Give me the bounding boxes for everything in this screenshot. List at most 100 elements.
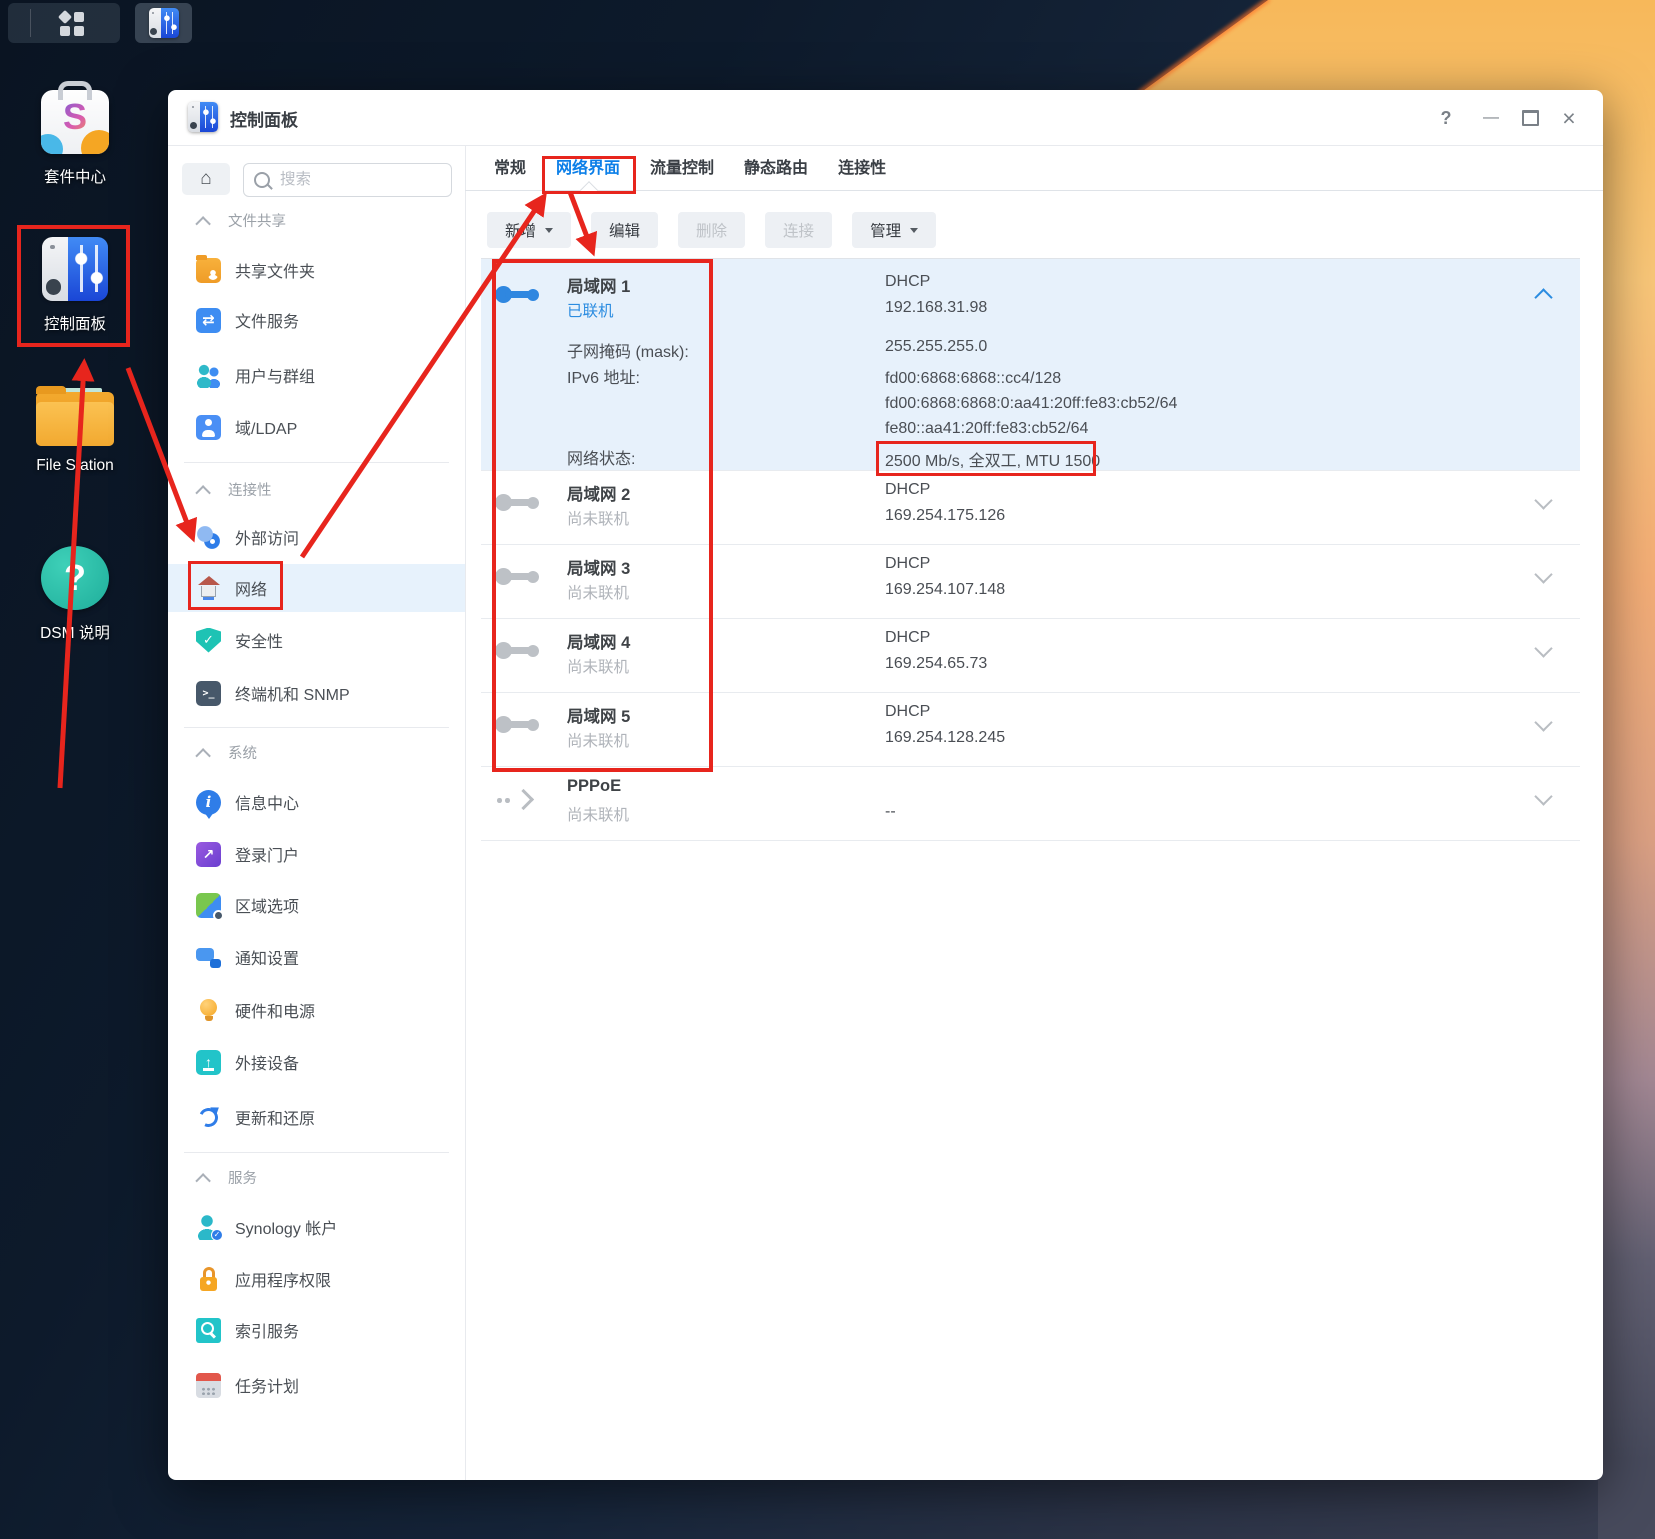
sidebar-item-notification[interactable]: 通知设置 <box>168 937 465 977</box>
interface-name: 局域网 1 <box>567 273 630 297</box>
sidebar-item-shared-folder[interactable]: 共享文件夹 <box>168 250 465 290</box>
sidebar-item-login-portal[interactable]: 登录门户 <box>168 834 465 874</box>
tab-divider <box>465 190 1603 191</box>
sidebar-item-label: Synology 帐户 <box>235 1215 337 1239</box>
collapse-chevron-icon[interactable] <box>1534 288 1552 306</box>
interface-row-lan2[interactable]: 局域网 2 尚未联机 DHCP 169.254.175.126 <box>481 470 1580 544</box>
interface-ipv6: fe80::aa41:20ff:fe83:cb52/64 <box>885 420 1088 438</box>
tab-network-interface[interactable]: 网络界面 <box>556 154 620 178</box>
interface-mode: DHCP <box>885 481 930 499</box>
info-pin-icon <box>196 790 221 815</box>
main-menu-button[interactable] <box>8 3 120 43</box>
sidebar-section-services[interactable]: 服务 <box>168 1165 465 1189</box>
sidebar-item-terminal-snmp[interactable]: 终端机和 SNMP <box>168 673 465 713</box>
interface-ipv6: fd00:6868:6868:0:aa41:20ff:fe83:cb52/64 <box>885 395 1177 413</box>
sidebar-section-file-sharing[interactable]: 文件共享 <box>168 208 465 232</box>
edit-button[interactable]: 编辑 <box>591 212 658 248</box>
connect-button[interactable]: 连接 <box>765 212 832 248</box>
control-panel-icon <box>149 8 179 38</box>
network-home-icon <box>196 576 221 601</box>
section-label: 服务 <box>228 1167 257 1188</box>
calendar-icon <box>196 1373 221 1398</box>
desktop-icon-control-panel[interactable]: 控制面板 <box>15 237 135 334</box>
sidebar-item-label: 外部访问 <box>235 525 299 549</box>
interface-net-status: 2500 Mb/s, 全双工, MTU 1500 <box>885 447 1100 471</box>
desktop-icon-dsm-help[interactable]: ? DSM 说明 <box>15 546 135 643</box>
sidebar-item-external-devices[interactable]: 外接设备 <box>168 1042 465 1082</box>
interface-row-lan3[interactable]: 局域网 3 尚未联机 DHCP 169.254.107.148 <box>481 544 1580 618</box>
interface-ip: 192.168.31.98 <box>885 299 987 317</box>
manage-button[interactable]: 管理 <box>852 212 936 248</box>
interface-row-lan4[interactable]: 局域网 4 尚未联机 DHCP 169.254.65.73 <box>481 618 1580 692</box>
sidebar-item-external-access[interactable]: 外部访问 <box>168 517 465 557</box>
sidebar-item-security[interactable]: 安全性 <box>168 620 465 660</box>
interface-status[interactable]: 已联机 <box>567 299 614 321</box>
add-button[interactable]: 新增 <box>487 212 571 248</box>
help-button[interactable]: ? <box>1431 104 1461 132</box>
sidebar-item-label: 域/LDAP <box>235 415 297 439</box>
sidebar-item-info-center[interactable]: 信息中心 <box>168 782 465 822</box>
sidebar-section-system[interactable]: 系统 <box>168 740 465 764</box>
interface-row-lan5[interactable]: 局域网 5 尚未联机 DHCP 169.254.128.245 <box>481 692 1580 766</box>
interface-value: -- <box>885 803 896 821</box>
tab-general[interactable]: 常规 <box>494 154 526 178</box>
home-button[interactable]: ⌂ <box>182 163 230 195</box>
tab-traffic-control[interactable]: 流量控制 <box>650 154 714 178</box>
expand-chevron-icon[interactable] <box>1534 491 1552 509</box>
synology-account-icon <box>196 1215 221 1240</box>
tab-static-route[interactable]: 静态路由 <box>744 154 808 178</box>
maximize-button[interactable] <box>1515 104 1545 132</box>
expand-chevron-icon[interactable] <box>1534 713 1552 731</box>
sidebar-item-users-groups[interactable]: 用户与群组 <box>168 355 465 395</box>
delete-button[interactable]: 删除 <box>678 212 745 248</box>
interface-status: 尚未联机 <box>567 655 629 677</box>
sidebar-item-label: 索引服务 <box>235 1318 299 1342</box>
file-services-icon <box>196 308 221 333</box>
sidebar-item-label: 信息中心 <box>235 790 299 814</box>
interface-row-pppoe[interactable]: PPPoE 尚未联机 -- <box>481 766 1580 841</box>
sidebar-item-file-services[interactable]: 文件服务 <box>168 300 465 340</box>
search-box[interactable] <box>243 163 452 197</box>
interface-mask: 255.255.255.0 <box>885 338 987 356</box>
sidebar-item-update-restore[interactable]: 更新和还原 <box>168 1097 465 1137</box>
search-input[interactable] <box>278 170 451 190</box>
expand-chevron-icon[interactable] <box>1534 565 1552 583</box>
shield-icon <box>196 628 221 653</box>
expand-chevron-icon[interactable] <box>1534 639 1552 657</box>
external-device-icon <box>196 1050 221 1075</box>
sidebar-item-label: 文件服务 <box>235 308 299 332</box>
notification-bubbles-icon <box>196 945 221 970</box>
taskbar-control-panel-button[interactable] <box>135 3 192 43</box>
mask-label: 子网掩码 (mask): <box>567 338 689 362</box>
minimize-button[interactable]: — <box>1476 104 1506 132</box>
lan-disconnected-icon <box>495 714 541 736</box>
tab-connectivity[interactable]: 连接性 <box>838 154 886 178</box>
sidebar-item-regional-options[interactable]: 区域选项 <box>168 885 465 925</box>
sidebar-section-divider <box>184 727 449 728</box>
sidebar-item-domain-ldap[interactable]: 域/LDAP <box>168 407 465 447</box>
sidebar-item-label: 更新和还原 <box>235 1105 315 1129</box>
titlebar-divider <box>168 145 1603 146</box>
desktop-icon-package-center[interactable]: S 套件中心 <box>15 90 135 187</box>
region-clock-icon <box>196 893 221 918</box>
interface-row-lan1[interactable]: 局域网 1 已联机 子网掩码 (mask): IPv6 地址: 网络状态: DH… <box>481 258 1580 471</box>
sidebar-item-network[interactable]: 网络 <box>168 564 465 612</box>
desktop-icon-label: File Station <box>36 457 114 475</box>
sidebar-item-hardware-power[interactable]: 硬件和电源 <box>168 990 465 1030</box>
active-tab-notch <box>579 181 599 201</box>
interface-name: PPPoE <box>567 777 621 796</box>
expand-chevron-icon[interactable] <box>1534 787 1552 805</box>
question-mark-icon: ? <box>41 546 109 610</box>
lan-connected-icon <box>495 284 541 306</box>
sidebar-item-task-scheduler[interactable]: 任务计划 <box>168 1365 465 1405</box>
sidebar-section-connectivity[interactable]: 连接性 <box>168 477 465 501</box>
interface-mode: DHCP <box>885 703 930 721</box>
tab-bar: 常规 网络界面 流量控制 静态路由 连接性 <box>494 154 886 178</box>
sidebar-item-synology-account[interactable]: Synology 帐户 <box>168 1207 465 1247</box>
sidebar-item-indexing-service[interactable]: 索引服务 <box>168 1310 465 1350</box>
chevron-up-icon <box>195 748 211 764</box>
sidebar-item-app-privileges[interactable]: 应用程序权限 <box>168 1259 465 1299</box>
desktop-icon-file-station[interactable]: File Station <box>15 388 135 475</box>
interface-name: 局域网 4 <box>567 629 630 653</box>
close-button[interactable]: × <box>1554 104 1584 132</box>
